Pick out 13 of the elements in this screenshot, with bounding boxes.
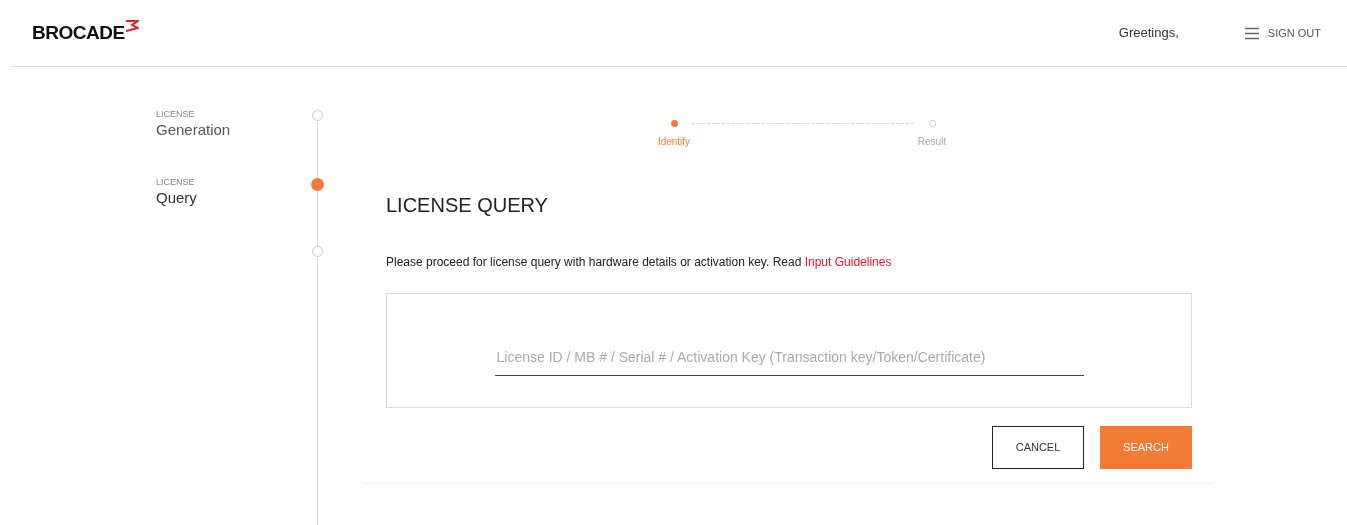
intro-text: Please proceed for license query with hardware details or activation key. Read Input Guidelines <box>386 254 893 271</box>
brocade-logo[interactable]: BROCADE <box>32 18 139 48</box>
step-label: Identify <box>657 135 691 149</box>
menu-icon <box>1244 26 1259 40</box>
page-title: LICENSE QUERY <box>386 193 549 217</box>
sign-out-button[interactable]: SIGN OUT <box>1244 24 1321 42</box>
cancel-button[interactable]: CANCEL <box>992 426 1084 469</box>
search-field[interactable]: License ID / MB # / Serial # / Activation Key (Transaction key/Token/Certificate) <box>494 339 1084 376</box>
sidebar-item[interactable]: LICENSE Query <box>156 175 363 207</box>
step-label: Result <box>917 135 947 149</box>
greeting-text: Greetings, <box>1118 24 1179 43</box>
input-guidelines-link[interactable]: Input Guidelines <box>804 255 892 269</box>
sidebar-item[interactable]: LICENSE Generation <box>156 107 363 139</box>
